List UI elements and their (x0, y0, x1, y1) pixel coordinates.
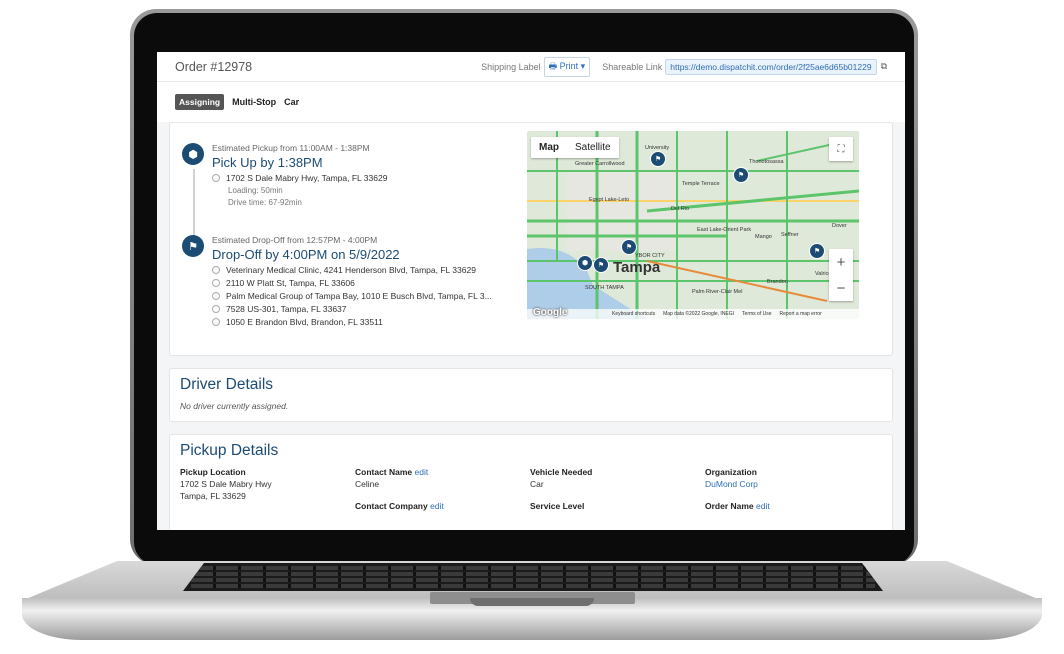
radio-icon (212, 305, 220, 313)
map-label: Brandon (767, 279, 788, 285)
map-label: Thonotosassa (749, 159, 784, 165)
map-pin-icon[interactable]: ⬢ (577, 255, 593, 271)
map-label: Dover (832, 223, 847, 229)
edit-company-link[interactable]: edit (430, 501, 444, 511)
pickup-location-label: Pickup Location (180, 467, 246, 477)
pickup-location-line1: 1702 S Dale Mabry Hwy (180, 479, 272, 489)
key-row (191, 572, 875, 576)
shipping-label-text: Shipping Label (481, 61, 541, 72)
map-pin-icon[interactable]: ⚑ (650, 151, 666, 167)
dropoff-address[interactable]: Palm Medical Group of Tampa Bay, 1010 E … (212, 291, 492, 301)
dropoff-address[interactable]: 1050 E Brandon Blvd, Brandon, FL 33511 (212, 317, 492, 327)
app-screen: Order #12978 Shipping Label 🖶 Print ▾ Sh… (157, 52, 905, 530)
dropoff-address[interactable]: Veterinary Medical Clinic, 4241 Henderso… (212, 265, 492, 275)
radio-icon (212, 279, 220, 287)
tab-map[interactable]: Map (531, 137, 567, 158)
shareable-link-field[interactable]: https://demo.dispatchit.com/order/2f25ae… (665, 58, 877, 75)
print-label: Print (559, 60, 579, 71)
vehicle-type: Car (284, 97, 300, 107)
terms-link[interactable]: Terms of Use (742, 311, 771, 317)
drive-time: Drive time: 67-92min (228, 198, 302, 207)
map-label: Seffner (781, 232, 799, 238)
map-label: Greater Carrollwood (575, 161, 625, 167)
dropoff-estimate: Estimated Drop-Off from 12:57PM - 4:00PM (212, 235, 378, 245)
keyboard-shortcuts-link[interactable]: Keyboard shortcuts (612, 311, 655, 317)
route-card: ⬢ Estimated Pickup from 11:00AM - 1:38PM… (169, 122, 893, 356)
lid-notch (470, 598, 594, 606)
status-badge: Assigning (175, 94, 225, 110)
pickup-details-grid: Pickup Location 1702 S Dale Mabry Hwy Ta… (170, 467, 892, 511)
driver-details-title: Driver Details (180, 376, 274, 393)
contact-name: Celine (355, 479, 380, 489)
order-type: Multi-Stop (232, 97, 277, 107)
map-attribution: Keyboard shortcuts Map data ©2022 Google… (527, 309, 859, 319)
pickup-estimate: Estimated Pickup from 11:00AM - 1:38PM (212, 143, 370, 153)
map-label: SOUTH TAMPA (585, 285, 624, 291)
zoom-in-button[interactable]: + (837, 254, 846, 271)
map-label: East Lake-Orient Park (697, 227, 752, 233)
dropoff-title: Drop-Off by 4:00PM on 5/9/2022 (212, 247, 400, 262)
map-pin-icon[interactable]: ⚑ (809, 243, 825, 259)
order-name-label: Order Name (705, 501, 754, 511)
dropoff-stop: ⚑ Estimated Drop-Off from 12:57PM - 4:00… (182, 235, 492, 327)
tab-satellite[interactable]: Satellite (567, 137, 619, 158)
organization-link[interactable]: DuMond Corp (705, 479, 880, 489)
package-icon: ⬢ (182, 143, 204, 165)
flag-icon: ⚑ (182, 235, 204, 257)
report-error-link[interactable]: Report a map error (780, 311, 822, 317)
pickup-address[interactable]: 1702 S Dale Mabry Hwy, Tampa, FL 33629 (212, 173, 387, 183)
order-number: Order #12978 (175, 59, 253, 74)
radio-icon (212, 174, 220, 182)
driver-status: No driver currently assigned. (180, 401, 289, 411)
contact-company-label: Contact Company (355, 501, 428, 511)
pickup-stop: ⬢ Estimated Pickup from 11:00AM - 1:38PM… (182, 143, 387, 207)
copy-icon[interactable]: ⧉ (881, 61, 887, 72)
map-label: Del Rio (671, 206, 690, 212)
zoom-out-button[interactable]: − (837, 280, 846, 297)
fullscreen-icon[interactable]: ⛶ (829, 137, 853, 161)
map-pin-icon[interactable]: ⚑ (733, 167, 749, 183)
google-logo: Google (533, 307, 568, 318)
pickup-details-card: Pickup Details Pickup Location 1702 S Da… (169, 434, 893, 530)
radio-icon (212, 292, 220, 300)
pickup-title: Pick Up by 1:38PM (212, 155, 323, 170)
dropoff-address[interactable]: 7528 US-301, Tampa, FL 33637 (212, 304, 492, 314)
edit-order-name-link[interactable]: edit (756, 501, 770, 511)
zoom-control: + − (829, 249, 853, 301)
radio-icon (212, 266, 220, 274)
order-tags: Assigning Multi-Stop Car (157, 82, 905, 122)
map-pin-icon[interactable]: ⚑ (593, 257, 609, 273)
loading-time: Loading: 50min (228, 186, 283, 195)
route-map[interactable]: Greater Carrollwood University Thonotosa… (527, 131, 859, 319)
vehicle-needed: Car (530, 479, 544, 489)
map-city-label: Tampa (613, 259, 661, 276)
map-pin-icon[interactable]: ⚑ (621, 239, 637, 255)
print-button[interactable]: 🖶 Print ▾ (543, 56, 591, 77)
keyboard (183, 563, 883, 591)
driver-details-card: Driver Details No driver currently assig… (169, 368, 893, 422)
map-label: Palm River-Clair Mel (692, 289, 743, 295)
shareable-link-text: Shareable Link (602, 61, 663, 72)
radio-icon (212, 318, 220, 326)
laptop-frame: Order #12978 Shipping Label 🖶 Print ▾ Sh… (0, 0, 1064, 654)
edit-contact-link[interactable]: edit (415, 467, 429, 477)
map-label: Temple Terrace (682, 181, 720, 187)
order-header: Order #12978 Shipping Label 🖶 Print ▾ Sh… (157, 52, 905, 82)
map-label: Egypt Lake-Leto (589, 197, 630, 203)
key-row (191, 578, 875, 582)
map-type-tabs: Map Satellite (531, 137, 619, 158)
organization-label: Organization (705, 467, 757, 477)
contact-name-label: Contact Name (355, 467, 413, 477)
dropoff-address[interactable]: 2110 W Platt St, Tampa, FL 33606 (212, 278, 492, 288)
map-label: Mango (755, 234, 772, 240)
key-row (191, 566, 875, 570)
service-level-label: Service Level (530, 501, 585, 511)
pickup-details-title: Pickup Details (180, 442, 279, 459)
key-row (191, 584, 875, 588)
vehicle-needed-label: Vehicle Needed (530, 467, 593, 477)
pickup-location-line2: Tampa, FL 33629 (180, 491, 246, 501)
map-data-text: Map data ©2022 Google, INEGI (663, 311, 735, 317)
